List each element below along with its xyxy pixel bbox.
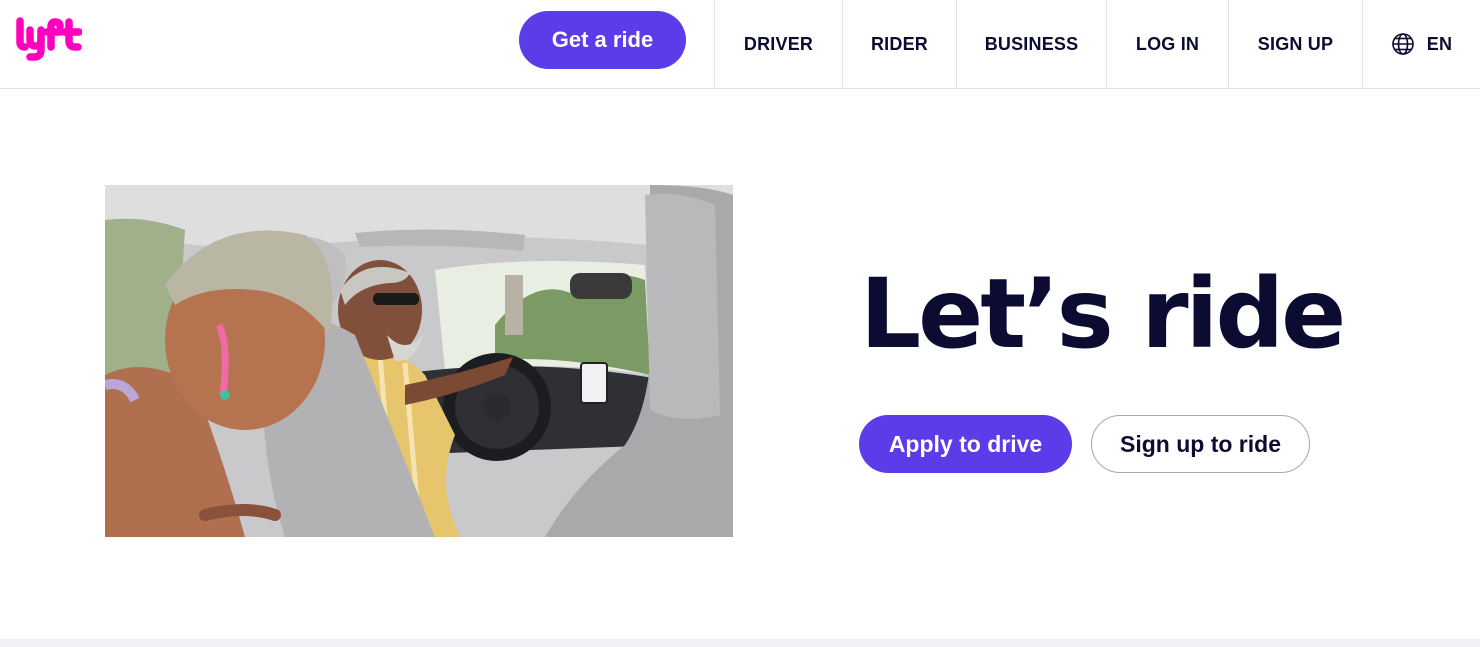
- nav-sign-up[interactable]: SIGN UP: [1228, 0, 1362, 88]
- main-nav: DRIVER RIDER BUSINESS LOG IN SIGN UP EN: [714, 0, 1480, 88]
- section-divider-band: [0, 639, 1480, 647]
- hero-title: Let’s ride: [860, 258, 1346, 370]
- apply-to-drive-button[interactable]: Apply to drive: [859, 415, 1072, 473]
- sign-up-to-ride-button[interactable]: Sign up to ride: [1091, 415, 1310, 473]
- hero-photo: [105, 185, 733, 537]
- language-label: EN: [1426, 33, 1453, 54]
- nav-log-in[interactable]: LOG IN: [1106, 0, 1228, 88]
- site-header: Get a ride DRIVER RIDER BUSINESS LOG IN …: [0, 0, 1480, 89]
- nav-driver[interactable]: DRIVER: [714, 0, 842, 88]
- nav-business[interactable]: BUSINESS: [956, 0, 1106, 88]
- get-a-ride-button[interactable]: Get a ride: [519, 11, 686, 69]
- globe-icon: [1391, 32, 1415, 56]
- nav-rider[interactable]: RIDER: [842, 0, 956, 88]
- language-selector[interactable]: EN: [1362, 0, 1480, 88]
- lyft-logo[interactable]: [14, 16, 83, 64]
